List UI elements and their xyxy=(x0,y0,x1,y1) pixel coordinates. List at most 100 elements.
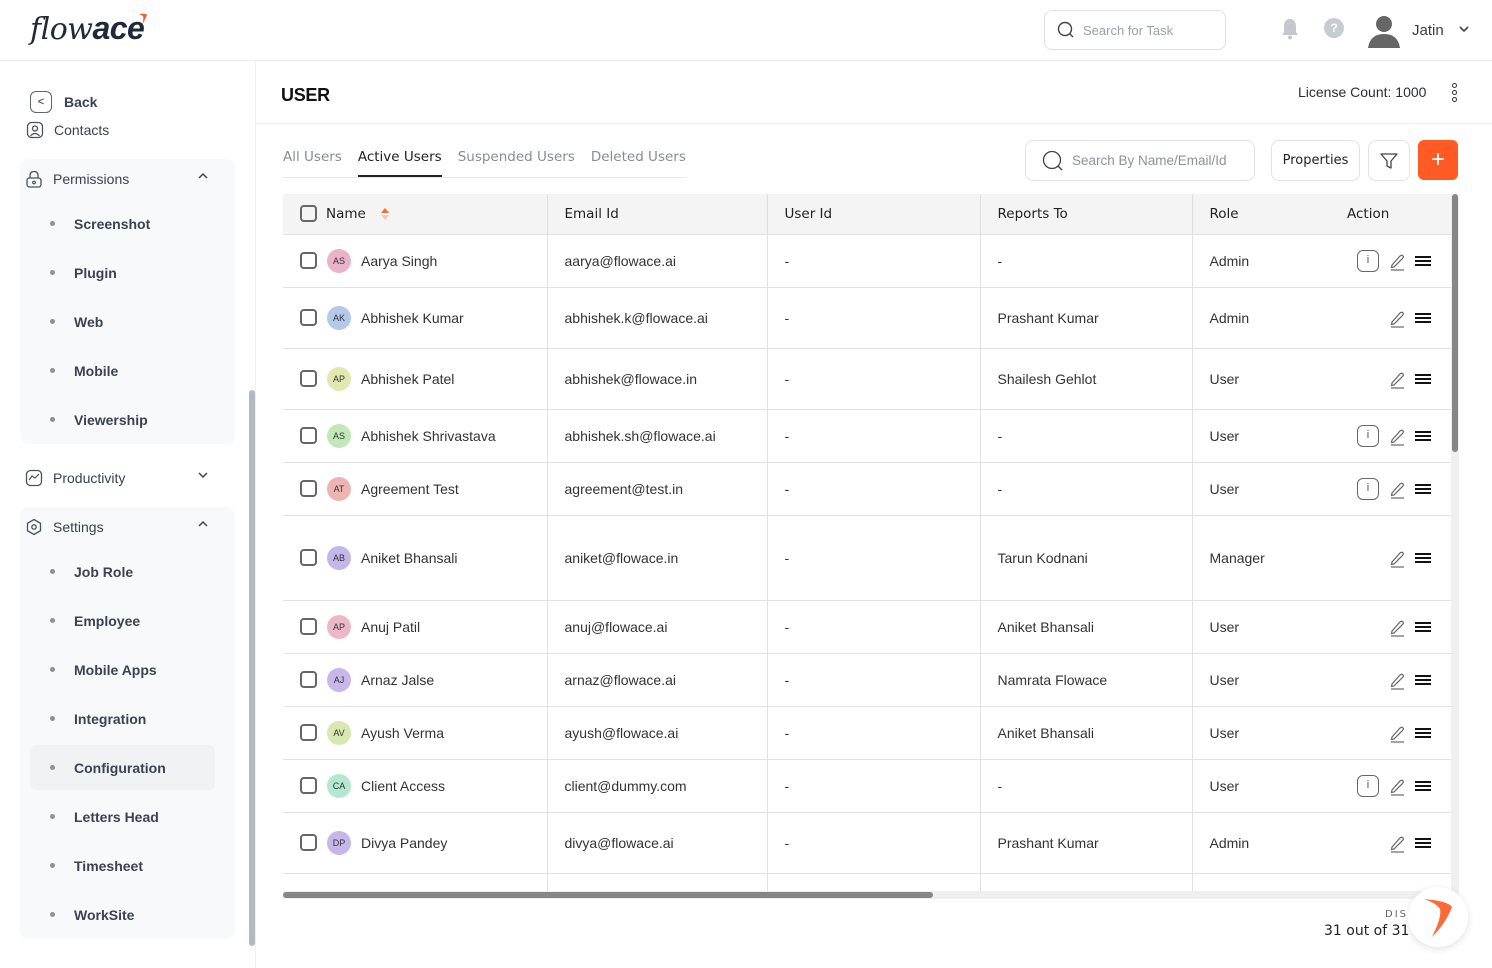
user-name[interactable]: Aniket Bhansali xyxy=(361,550,458,566)
table-row[interactable]: CA Client Access client@dummy.com - - User i xyxy=(283,758,1451,812)
user-name[interactable]: Abhishek Kumar xyxy=(361,310,464,326)
tab-suspended-users[interactable]: Suspended Users xyxy=(458,147,575,177)
back-button[interactable]: < Back xyxy=(30,91,97,113)
row-checkbox[interactable] xyxy=(300,370,317,387)
sidebar-item-plugin[interactable]: Plugin xyxy=(20,248,235,297)
edit-icon[interactable] xyxy=(1387,617,1407,637)
sidebar-item-timesheet[interactable]: Timesheet xyxy=(20,841,235,890)
row-checkbox[interactable] xyxy=(300,252,317,269)
info-icon[interactable]: i xyxy=(1357,424,1379,447)
sidebar-item-screenshot[interactable]: Screenshot xyxy=(20,199,235,248)
edit-icon[interactable] xyxy=(1387,369,1407,389)
user-search-input[interactable] xyxy=(1072,153,1252,168)
sidebar-item-mobile[interactable]: Mobile xyxy=(20,346,235,395)
edit-icon[interactable] xyxy=(1387,833,1407,853)
column-name[interactable]: Name xyxy=(283,194,548,234)
edit-icon[interactable] xyxy=(1387,723,1407,743)
row-checkbox[interactable] xyxy=(300,724,317,741)
drag-handle-icon[interactable] xyxy=(1415,673,1431,687)
flowace-logo[interactable]: flowace xyxy=(30,10,147,47)
sidebar-item-viewership[interactable]: Viewership xyxy=(20,395,235,444)
table-vertical-scrollbar[interactable] xyxy=(1452,194,1458,452)
edit-icon[interactable] xyxy=(1387,479,1407,499)
row-checkbox[interactable] xyxy=(300,777,317,794)
sidebar-item-contacts[interactable]: Contacts xyxy=(26,121,109,139)
sidebar-item-mobile-apps[interactable]: Mobile Apps xyxy=(20,645,235,694)
tab-deleted-users[interactable]: Deleted Users xyxy=(591,147,686,177)
row-checkbox[interactable] xyxy=(300,309,317,326)
drag-handle-icon[interactable] xyxy=(1415,779,1431,793)
drag-handle-icon[interactable] xyxy=(1415,429,1431,443)
table-row[interactable]: AS Abhishek Shrivastava abhishek.sh@flowac… xyxy=(283,408,1451,462)
user-avatar[interactable] xyxy=(1366,12,1402,48)
chat-support-button[interactable] xyxy=(1408,887,1468,947)
edit-icon[interactable] xyxy=(1387,776,1407,796)
sidebar-item-settings[interactable]: Settings xyxy=(20,507,235,547)
info-icon[interactable]: i xyxy=(1357,774,1379,797)
user-name[interactable]: Arnaz Jalse xyxy=(361,672,434,688)
drag-handle-icon[interactable] xyxy=(1415,254,1431,268)
table-row[interactable]: AT Agreement Test agreement@test.in - - User i xyxy=(283,461,1451,515)
column-email[interactable]: Email Id xyxy=(547,194,768,234)
column-user-id[interactable]: User Id xyxy=(767,194,981,234)
edit-icon[interactable] xyxy=(1387,670,1407,690)
sidebar-item-permissions[interactable]: Permissions xyxy=(20,159,235,199)
drag-handle-icon[interactable] xyxy=(1415,726,1431,740)
sidebar-item-productivity[interactable]: Productivity xyxy=(20,458,235,498)
help-icon[interactable]: ? xyxy=(1324,18,1344,38)
table-row[interactable]: AK Abhishek Kumar abhishek.k@flowace.ai - Pr… xyxy=(283,286,1451,348)
sidebar-item-integration[interactable]: Integration xyxy=(20,694,235,743)
user-search-box[interactable] xyxy=(1025,140,1255,181)
user-name[interactable]: Aarya Singh xyxy=(361,253,437,269)
row-checkbox[interactable] xyxy=(300,549,317,566)
sidebar-item-web[interactable]: Web xyxy=(20,297,235,346)
edit-icon[interactable] xyxy=(1387,308,1407,328)
user-name[interactable]: Client Access xyxy=(361,778,445,794)
drag-handle-icon[interactable] xyxy=(1415,311,1431,325)
tab-active-users[interactable]: Active Users xyxy=(357,147,442,177)
drag-handle-icon[interactable] xyxy=(1415,836,1431,850)
info-icon[interactable]: i xyxy=(1357,249,1379,272)
user-name[interactable]: Anuj Patil xyxy=(361,619,420,635)
filter-button[interactable] xyxy=(1368,140,1410,181)
sidebar-item-letters-head[interactable]: Letters Head xyxy=(20,792,235,841)
drag-handle-icon[interactable] xyxy=(1415,372,1431,386)
user-name[interactable]: Ayush Verma xyxy=(361,725,444,741)
table-horizontal-scrollbar[interactable] xyxy=(283,892,933,898)
info-icon[interactable]: i xyxy=(1357,477,1379,500)
user-name[interactable]: Abhishek Patel xyxy=(361,371,454,387)
table-row[interactable]: AV Ayush Verma ayush@flowace.ai - Aniket Bha… xyxy=(283,705,1451,759)
sidebar-item-worksite[interactable]: WorkSite xyxy=(20,890,235,939)
table-row[interactable]: AP Abhishek Patel abhishek@flowace.in - Shai… xyxy=(283,347,1451,409)
row-checkbox[interactable] xyxy=(300,427,317,444)
chevron-down-icon[interactable] xyxy=(1458,24,1470,34)
drag-handle-icon[interactable] xyxy=(1415,482,1431,496)
select-all-checkbox[interactable] xyxy=(300,205,317,223)
row-checkbox[interactable] xyxy=(300,480,317,497)
more-options-icon[interactable] xyxy=(1452,83,1458,104)
user-name[interactable]: Agreement Test xyxy=(361,481,459,497)
sidebar-item-configuration[interactable]: Configuration xyxy=(20,743,235,792)
user-name[interactable]: Divya Pandey xyxy=(361,835,447,851)
column-reports-to[interactable]: Reports To xyxy=(980,194,1193,234)
edit-icon[interactable] xyxy=(1387,251,1407,271)
table-row[interactable]: AP Anuj Patil anuj@flowace.ai - Aniket Bhans… xyxy=(283,599,1451,653)
user-name[interactable]: Abhishek Shrivastava xyxy=(361,428,496,444)
table-row[interactable]: AB Aniket Bhansali aniket@flowace.in - Tarun… xyxy=(283,514,1451,600)
sidebar-item-job-role[interactable]: Job Role xyxy=(20,547,235,596)
table-row[interactable]: AJ Arnaz Jalse arnaz@flowace.ai - Namrata Fl… xyxy=(283,652,1451,706)
user-name[interactable]: Jatin xyxy=(1412,22,1444,39)
drag-handle-icon[interactable] xyxy=(1415,551,1431,565)
drag-handle-icon[interactable] xyxy=(1415,620,1431,634)
row-checkbox[interactable] xyxy=(300,671,317,688)
sidebar-scrollbar[interactable] xyxy=(249,390,255,946)
edit-icon[interactable] xyxy=(1387,426,1407,446)
add-user-button[interactable]: + xyxy=(1418,140,1458,180)
notification-bell-icon[interactable] xyxy=(1281,18,1299,40)
column-role[interactable]: Role xyxy=(1192,194,1325,234)
sort-icon[interactable] xyxy=(380,207,390,221)
sidebar-item-employee[interactable]: Employee xyxy=(20,596,235,645)
table-row[interactable]: AS Aarya Singh aarya@flowace.ai - - Admin i xyxy=(283,233,1451,287)
task-search-input[interactable] xyxy=(1083,22,1213,38)
row-checkbox[interactable] xyxy=(300,834,317,851)
